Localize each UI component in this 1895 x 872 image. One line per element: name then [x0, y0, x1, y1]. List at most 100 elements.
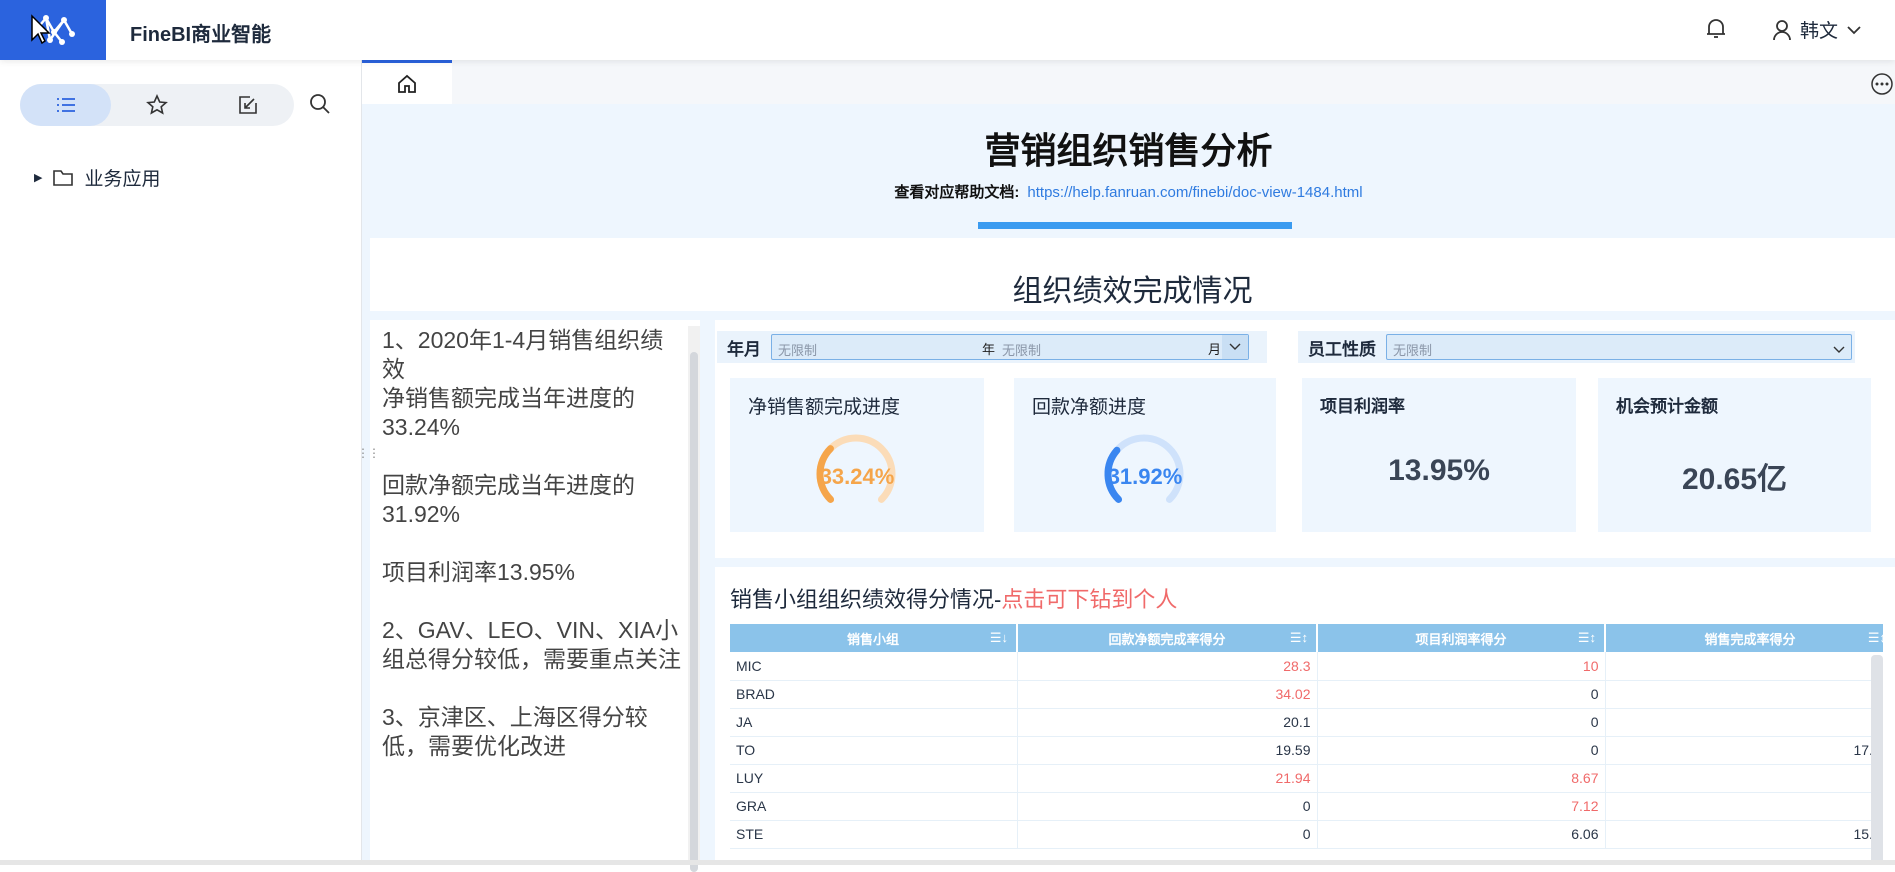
year-placeholder: 无限制: [778, 343, 818, 358]
table-row[interactable]: TO19.59017.72: [730, 736, 1883, 765]
table-cell: BRAD: [730, 680, 1018, 709]
tab-favorites[interactable]: [111, 84, 202, 126]
summary-scrollbar[interactable]: [688, 326, 700, 872]
filter-label: 员工性质: [1308, 339, 1376, 359]
table-row[interactable]: LUY21.948.670: [730, 764, 1883, 793]
table-cell: 19.59: [1017, 736, 1318, 765]
filter-yearmonth: 年月 无限制 年 无限制 月: [717, 331, 1267, 363]
table-row[interactable]: BRAD34.02024: [730, 680, 1883, 709]
tab-created[interactable]: [202, 84, 293, 126]
table-cell: 24: [1605, 708, 1883, 737]
drilldown-hint[interactable]: 点击可下钻到个人: [1001, 587, 1177, 612]
score-table-viewport: 销售小组 ☰↓ 回款净额完成率得分 ☰↕ 项目利润率得分 ☰↕ 销售完成率得分 ☰↕ MIC 2…: [730, 624, 1883, 865]
table-cell: STE: [730, 820, 1018, 849]
table-cell: 34.02: [1017, 680, 1318, 709]
app-title: FineBI商业智能: [130, 24, 272, 46]
dashboard-title: 营销组织销售分析: [984, 130, 1273, 171]
card-title: 机会预计金额: [1616, 397, 1718, 416]
help-label: 查看对应帮助文档:: [894, 184, 1020, 201]
user-name: 韩文: [1800, 21, 1839, 42]
card-net-sales-progress[interactable]: 净销售额完成进度 33.24%: [730, 378, 984, 532]
card-title: 回款净额进度: [1032, 397, 1147, 418]
chevron-down-icon: [1833, 342, 1845, 357]
table-cell: 24: [1605, 680, 1883, 709]
table-cell: MIC: [730, 652, 1018, 681]
month-unit: 月: [1208, 342, 1222, 357]
tab-bar: [362, 60, 1895, 104]
table-cell: 0: [1605, 764, 1883, 793]
sort-icon[interactable]: ☰↕: [1290, 630, 1308, 646]
table-row[interactable]: JA20.1024: [730, 708, 1883, 737]
table-cell: 7.12: [1317, 792, 1606, 821]
user-menu[interactable]: 韩文: [1772, 16, 1862, 43]
chevron-down-icon: [1847, 25, 1861, 34]
table-cell: JA: [730, 708, 1018, 737]
top-bar: FineBI商业智能 韩文: [0, 0, 1895, 60]
filter-label: 年月: [727, 339, 761, 359]
table-cell: TO: [730, 736, 1018, 765]
caret-right-icon: ▶: [34, 172, 43, 184]
table-scrollbar[interactable]: [1871, 655, 1883, 865]
help-link[interactable]: https://help.fanruan.com/finebi/doc-view…: [1027, 184, 1362, 201]
card-opportunity-amount[interactable]: 机会预计金额 20.65亿: [1598, 378, 1871, 532]
gauge-value: 33.24%: [819, 464, 895, 489]
table-cell: 28.3: [1017, 652, 1318, 681]
employee-type-select[interactable]: 无限制: [1386, 334, 1852, 360]
yearmonth-select[interactable]: 无限制 年 无限制 月: [771, 334, 1249, 360]
bottom-border: [0, 860, 1895, 865]
tree-item-business-apps[interactable]: ▶ 业务应用: [34, 164, 160, 191]
sort-icon[interactable]: ☰↕: [1578, 630, 1596, 646]
sort-icon[interactable]: ☰↕: [1868, 630, 1883, 646]
table-cell: 8.67: [1317, 764, 1606, 793]
employee-placeholder: 无限制: [1393, 343, 1433, 358]
table-cell: LUY: [730, 764, 1018, 793]
notification-bell-icon[interactable]: [1705, 17, 1727, 46]
user-icon: [1773, 19, 1791, 40]
table-cell: 17.72: [1605, 736, 1883, 765]
edit-box-icon: [238, 96, 257, 114]
column-header-label: 销售完成率得分: [1704, 631, 1796, 647]
more-options-icon[interactable]: [1870, 72, 1894, 101]
table-cell: 19: [1605, 792, 1883, 821]
column-header[interactable]: 项目利润率得分 ☰↕: [1317, 624, 1606, 652]
table-row[interactable]: GRA07.1219: [730, 792, 1883, 821]
table-row[interactable]: MIC28.31024: [730, 652, 1883, 681]
column-header[interactable]: 销售完成率得分 ☰↕: [1605, 624, 1883, 652]
summary-text: 1、2020年1-4月销售组织绩效 净销售额完成当年进度的33.24% 回款净额…: [382, 327, 681, 759]
tab-home[interactable]: [362, 60, 452, 104]
table-cell: 0: [1317, 680, 1606, 709]
table-cell: 0: [1017, 792, 1318, 821]
chevron-down-icon[interactable]: [1222, 335, 1248, 359]
table-row[interactable]: STE06.0615.68: [730, 820, 1883, 849]
list-icon: [56, 98, 75, 112]
column-header-label: 回款净额完成率得分: [1108, 631, 1226, 647]
table-cell: 6.06: [1317, 820, 1606, 849]
resize-handle-icon[interactable]: ⋮⋮: [357, 446, 380, 460]
card-collection-progress[interactable]: 回款净额进度 31.92%: [1014, 378, 1276, 532]
card-profit-margin[interactable]: 项目利润率 13.95%: [1302, 378, 1576, 532]
table-cell: 15.68: [1605, 820, 1883, 849]
card-value: 20.65亿: [1681, 463, 1788, 496]
month-placeholder: 无限制: [1002, 343, 1042, 358]
column-header[interactable]: 回款净额完成率得分 ☰↕: [1017, 624, 1318, 652]
title-underline: [978, 222, 1292, 229]
table-cell: 20.1: [1017, 708, 1318, 737]
title-text: 销售小组组织绩效得分情况-: [730, 587, 1002, 612]
score-table: 销售小组 ☰↓ 回款净额完成率得分 ☰↕ 项目利润率得分 ☰↕ 销售完成率得分 ☰↕ MIC 2…: [730, 624, 1883, 849]
table-cell: 0: [1317, 736, 1606, 765]
help-line: 查看对应帮助文档: https://help.fanruan.com/finebi…: [362, 181, 1895, 202]
folder-icon: [53, 169, 74, 186]
card-value: 13.95%: [1388, 454, 1490, 487]
tab-directory[interactable]: [20, 84, 111, 126]
finebi-logo[interactable]: [0, 0, 106, 60]
filter-employee-type: 员工性质 无限制: [1298, 331, 1855, 363]
table-cell: 10: [1317, 652, 1606, 681]
search-icon[interactable]: [308, 92, 332, 121]
column-header-label: 项目利润率得分: [1415, 631, 1507, 647]
group-score-title: 销售小组组织绩效得分情况-点击可下钻到个人: [730, 582, 1177, 614]
table-cell: 21.94: [1017, 764, 1318, 793]
table-cell: 0: [1017, 820, 1318, 849]
column-header[interactable]: 销售小组 ☰↓: [730, 624, 1018, 652]
sort-icon[interactable]: ☰↓: [990, 630, 1008, 646]
column-header-label: 销售小组: [846, 631, 899, 647]
